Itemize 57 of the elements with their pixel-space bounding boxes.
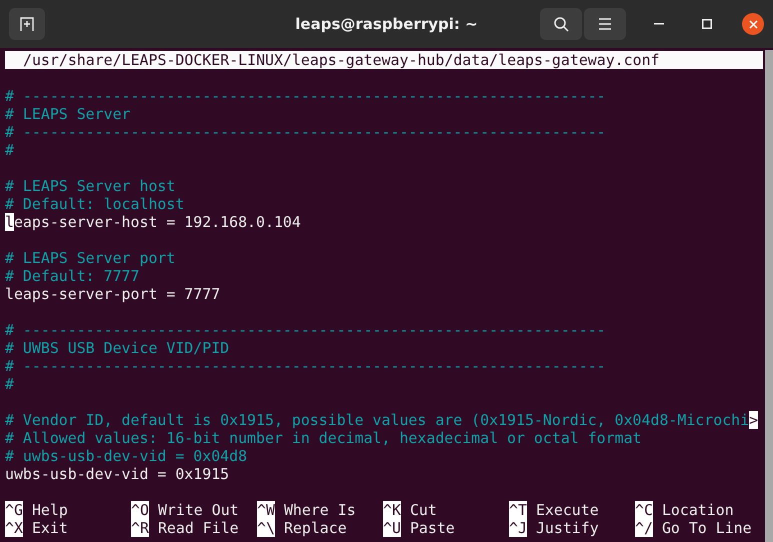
comment-line: # Default: localhost — [5, 195, 184, 213]
comment-line: # — [5, 141, 14, 159]
shortcut-label[interactable]: Exit — [32, 519, 68, 537]
close-icon — [748, 20, 758, 28]
shortcut-label[interactable]: Execute — [536, 501, 599, 519]
shortcut-key: ^G — [5, 501, 23, 519]
comment-line: # Vendor ID, default is 0x1915, possible values are (0x1915-Nordic, 0x04d8-Microchi — [5, 411, 750, 429]
shortcut-label[interactable]: Go To Line — [662, 519, 752, 537]
search-icon — [553, 16, 569, 32]
shortcut-key: ^T — [509, 501, 527, 519]
comment-line: # LEAPS Server host — [5, 177, 176, 195]
shortcut-label[interactable]: Replace — [284, 519, 347, 537]
shortcut-key: ^R — [131, 519, 149, 537]
shortcut-key: ^X — [5, 519, 23, 537]
new-tab-button[interactable] — [9, 8, 45, 40]
comment-line: # LEAPS Server port — [5, 249, 176, 267]
shortcut-label[interactable]: Paste — [410, 519, 455, 537]
comment-line: # LEAPS Server — [5, 105, 131, 123]
shortcut-label[interactable]: Read File — [158, 519, 239, 537]
new-tab-icon — [19, 16, 35, 32]
comment-line: # ----------------------------------------------------------------- — [5, 321, 606, 339]
close-button[interactable] — [742, 13, 764, 35]
menu-icon — [598, 18, 612, 30]
search-button[interactable] — [540, 8, 582, 40]
code-line: uwbs-usb-dev-vid = 0x1915 — [5, 465, 230, 483]
scrollbar[interactable] — [765, 50, 773, 542]
comment-line: # — [5, 375, 14, 393]
shortcut-label[interactable]: Write Out — [158, 501, 239, 519]
shortcut-key: ^J — [509, 519, 527, 537]
shortcut-label[interactable]: Where Is — [284, 501, 356, 519]
shortcut-key: ^K — [383, 501, 401, 519]
minimize-icon — [654, 23, 664, 25]
comment-line: # ----------------------------------------------------------------- — [5, 123, 606, 141]
shortcut-label[interactable]: Location — [662, 501, 734, 519]
file-path-bar: /usr/share/LEAPS-DOCKER-LINUX/leaps-gateway-hub/data/leaps-gateway.conf — [5, 51, 763, 69]
shortcut-key: ^/ — [635, 519, 653, 537]
shortcut-key: ^U — [383, 519, 401, 537]
comment-line: # ----------------------------------------------------------------- — [5, 357, 606, 375]
comment-line: # ----------------------------------------------------------------- — [5, 87, 606, 105]
window-title: leaps@raspberrypi: ~ — [295, 15, 478, 33]
code-line: eaps-server-host = 192.168.0.104 — [14, 213, 301, 231]
shortcut-key: ^O — [131, 501, 149, 519]
menu-button[interactable] — [584, 8, 626, 40]
comment-line: # uwbs-usb-dev-vid = 0x04d8 — [5, 447, 248, 465]
code-line: leaps-server-port = 7777 — [5, 285, 220, 303]
shortcut-label[interactable]: Cut — [410, 501, 437, 519]
shortcut-label[interactable]: Help — [32, 501, 68, 519]
shortcut-label[interactable]: Justify — [536, 519, 599, 537]
overflow-marker: > — [749, 411, 758, 429]
text-cursor: l — [5, 213, 14, 231]
shortcut-key: ^C — [635, 501, 653, 519]
maximize-icon — [702, 19, 712, 29]
shortcut-key: ^\ — [257, 519, 275, 537]
comment-line: # Allowed values: 16-bit number in decimal, hexadecimal or octal format — [5, 429, 642, 447]
comment-line: # UWBS USB Device VID/PID — [5, 339, 230, 357]
shortcut-key: ^W — [257, 501, 275, 519]
comment-line: # Default: 7777 — [5, 267, 140, 285]
